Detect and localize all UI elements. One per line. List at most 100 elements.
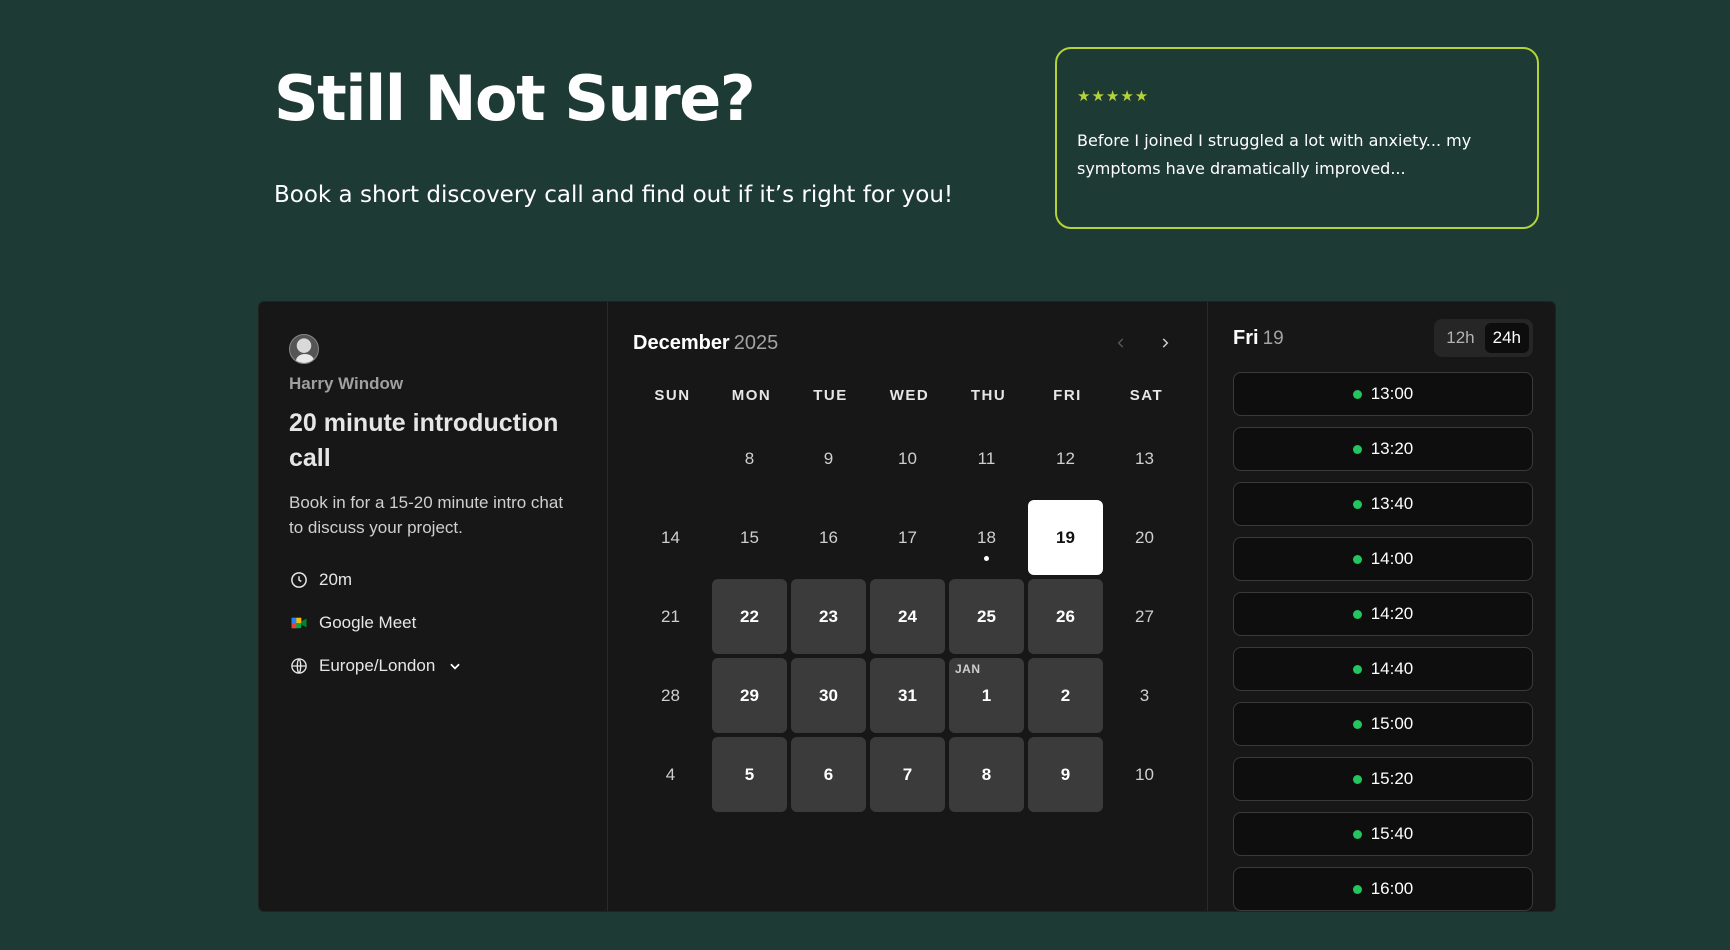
time-slot-button[interactable]: 14:40 — [1233, 647, 1533, 691]
calendar-day[interactable]: 31 — [870, 658, 945, 733]
event-title: 20 minute introduction call — [289, 409, 559, 472]
calendar-day[interactable]: 30 — [791, 658, 866, 733]
availability-dot — [1352, 664, 1362, 674]
time-slot-label: 13:40 — [1370, 494, 1414, 513]
calendar-day: 4 — [633, 737, 708, 812]
time-slot-label: 16:00 — [1370, 879, 1414, 898]
calendar-day: 8 — [712, 421, 787, 496]
calendar-day[interactable]: 22 — [712, 579, 787, 654]
time-slot-button[interactable]: 14:00 — [1233, 537, 1533, 581]
weekday-label: SAT — [1129, 387, 1164, 404]
day-number: 1 — [981, 685, 992, 705]
calendar-day[interactable]: 7 — [870, 737, 945, 812]
calendar-day[interactable]: 25 — [949, 579, 1024, 654]
calendar-day: 15 — [712, 500, 787, 575]
timezone-selector[interactable]: Europe/London — [289, 656, 577, 676]
calendar-day: 20 — [1107, 500, 1182, 575]
chevron-left-icon — [1117, 338, 1124, 348]
time-slot-button[interactable]: 16:00 — [1233, 867, 1533, 911]
calendar-day[interactable]: JAN 1 — [949, 658, 1024, 733]
time-slot-label: 14:40 — [1370, 659, 1414, 678]
day-number: 13 — [1135, 448, 1154, 468]
day-number: 24 — [898, 606, 917, 626]
slots-header: Fri 19 12h 24h — [1233, 319, 1533, 357]
calendar-day[interactable]: 26 — [1028, 579, 1103, 654]
time-slot-button[interactable]: 13:40 — [1233, 482, 1533, 526]
time-slot-list: 13:00 13:20 13:40 14:00 14:20 14:40 15:00 15:20… — [1233, 372, 1533, 911]
calendar-day[interactable]: 6 — [791, 737, 866, 812]
star-rating: ★★★★★ — [1077, 88, 1150, 105]
calendar-grid: 8 9 10 11 12 13 14 15 16 17 18 19 20 21 22 23 24 25 26 27 28… — [633, 421, 1185, 812]
day-number: 23 — [819, 606, 838, 626]
calendar-day: 18 — [949, 500, 1024, 575]
day-number: 8 — [981, 764, 992, 784]
location-label: Google Meet — [319, 613, 417, 632]
calendar-day[interactable]: 29 — [712, 658, 787, 733]
calendar-day: 28 — [633, 658, 708, 733]
format-24h-button[interactable]: 24h — [1484, 323, 1529, 353]
time-slot-button[interactable]: 14:20 — [1233, 592, 1533, 636]
testimonial-card: ★★★★★ Before I joined I struggled a lot … — [1055, 47, 1539, 229]
globe-icon — [289, 656, 309, 676]
weekday-label: THU — [970, 387, 1007, 404]
calendar-day-selected[interactable]: 19 — [1028, 500, 1103, 575]
format-12h-button[interactable]: 12h — [1438, 323, 1482, 353]
calendar-empty-cell — [633, 421, 708, 496]
avatar — [289, 334, 319, 364]
time-slot-label: 14:00 — [1370, 549, 1414, 568]
day-number: 18 — [977, 527, 996, 547]
day-number: 11 — [977, 448, 996, 468]
availability-dot — [1352, 499, 1362, 509]
day-number: 19 — [1056, 527, 1075, 547]
time-slot-button[interactable]: 15:20 — [1233, 757, 1533, 801]
calendar-month: December — [633, 331, 730, 354]
calendar-day[interactable]: 2 — [1028, 658, 1103, 733]
duration-label: 20m — [319, 570, 353, 589]
month-tag: JAN — [955, 662, 981, 676]
time-slots-panel: Fri 19 12h 24h 13:00 13:20 13:40 14:00 14:20 14… — [1208, 302, 1555, 911]
selected-date: 19 — [1262, 327, 1284, 349]
day-number: 27 — [1135, 606, 1154, 626]
day-number: 9 — [823, 448, 834, 468]
day-number: 28 — [661, 685, 680, 705]
weekday-label: MON — [731, 387, 772, 404]
chevron-down-icon — [445, 656, 465, 676]
calendar-day: 16 — [791, 500, 866, 575]
calendar-year: 2025 — [733, 331, 779, 354]
calendar-day: 10 — [870, 421, 945, 496]
calendar-day: 13 — [1107, 421, 1182, 496]
calendar-day[interactable]: 23 — [791, 579, 866, 654]
time-slot-label: 15:20 — [1370, 769, 1414, 788]
day-number: 16 — [819, 527, 838, 547]
time-slot-button[interactable]: 13:00 — [1233, 372, 1533, 416]
calendar-panel: December 2025 SUN MON TUE WED THU FRI SAT 8 9 10 1… — [608, 302, 1208, 911]
day-number: 8 — [744, 448, 755, 468]
page-subtitle: Book a short discovery call and find out… — [274, 182, 954, 208]
next-month-button[interactable] — [1153, 331, 1177, 355]
time-slot-label: 14:20 — [1370, 604, 1414, 623]
event-description: Book in for a 15-20 minute intro chat to… — [289, 493, 564, 537]
day-number: 21 — [661, 606, 680, 626]
duration-row: 20m — [289, 570, 577, 590]
weekday-label: FRI — [1053, 387, 1082, 404]
day-number: 31 — [898, 685, 917, 705]
testimonial-quote: Before I joined I struggled a lot with a… — [1077, 131, 1472, 178]
day-number: 3 — [1139, 685, 1150, 705]
day-number: 17 — [898, 527, 917, 547]
day-number: 5 — [744, 764, 755, 784]
time-slot-button[interactable]: 15:40 — [1233, 812, 1533, 856]
calendar-day[interactable]: 24 — [870, 579, 945, 654]
time-slot-label: 15:40 — [1370, 824, 1414, 843]
calendar-day[interactable]: 9 — [1028, 737, 1103, 812]
time-slot-button[interactable]: 15:00 — [1233, 702, 1533, 746]
time-slot-button[interactable]: 13:20 — [1233, 427, 1533, 471]
calendar-day[interactable]: 5 — [712, 737, 787, 812]
day-number: 29 — [740, 685, 759, 705]
calendar-day: 3 — [1107, 658, 1182, 733]
calendar-day[interactable]: 8 — [949, 737, 1024, 812]
previous-month-button[interactable] — [1109, 331, 1133, 355]
weekday-label: WED — [889, 387, 930, 404]
day-number: 15 — [740, 527, 759, 547]
calendar-day: 10 — [1107, 737, 1182, 812]
day-number: 25 — [977, 606, 996, 626]
